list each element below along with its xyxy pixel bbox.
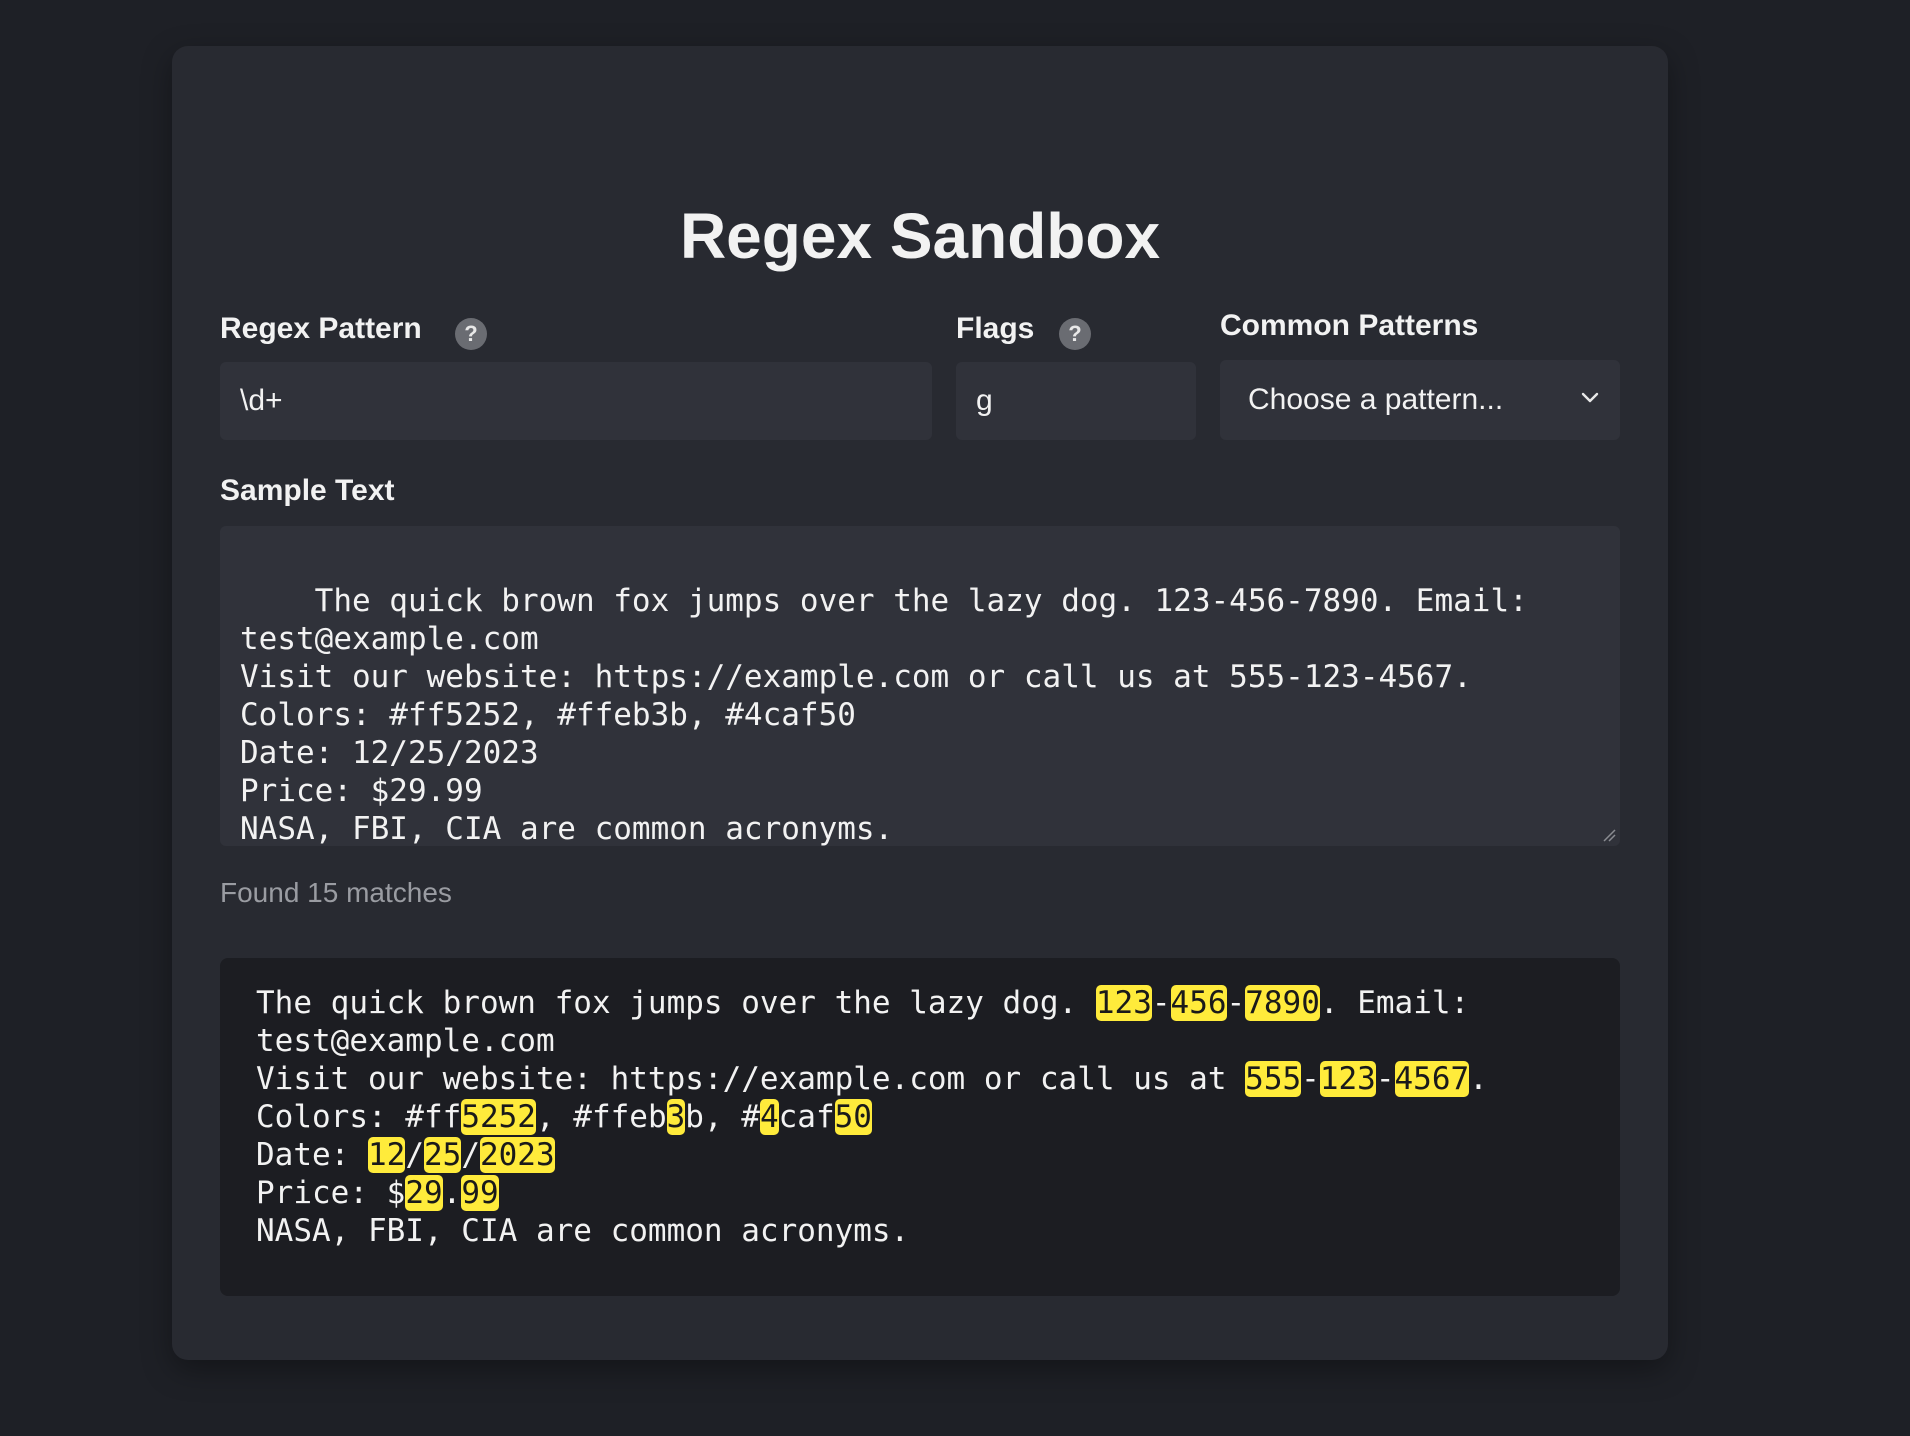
result-text: -	[1301, 1061, 1320, 1097]
match-highlight: 25	[423, 1137, 462, 1173]
match-highlight: 4567	[1394, 1061, 1470, 1097]
result-text: /	[405, 1137, 424, 1173]
match-highlight: 123	[1095, 985, 1152, 1021]
match-result-panel: The quick brown fox jumps over the lazy …	[220, 958, 1620, 1296]
chevron-down-icon	[1581, 392, 1599, 403]
common-patterns-select[interactable]: Choose a pattern...	[1220, 360, 1620, 440]
result-text: Date:	[256, 1137, 368, 1173]
match-highlight: 12	[367, 1137, 406, 1173]
result-text: -	[1375, 1061, 1395, 1097]
flags-input[interactable]: g	[956, 362, 1196, 440]
pattern-label: Regex Pattern	[220, 312, 422, 345]
match-highlight: 123	[1319, 1061, 1376, 1097]
sample-text-label: Sample Text	[220, 474, 395, 507]
result-text: caf	[778, 1099, 835, 1135]
result-text: /	[461, 1137, 480, 1173]
match-highlight: 456	[1170, 985, 1227, 1021]
result-text: Visit our website: https://example.com o…	[256, 1061, 1246, 1097]
flags-label: Flags	[956, 312, 1035, 345]
result-text: .	[1469, 1061, 1488, 1097]
result-line: test@example.com	[256, 1022, 1584, 1060]
match-highlight: 2023	[479, 1137, 555, 1173]
result-text: Colors: #ff	[256, 1099, 462, 1135]
result-line: NASA, FBI, CIA are common acronyms.	[256, 1212, 1584, 1250]
match-highlight: 3	[666, 1099, 686, 1135]
match-highlight: 29	[405, 1175, 443, 1211]
match-highlight: 555	[1245, 1061, 1302, 1097]
pattern-input[interactable]: \d+	[220, 362, 932, 440]
match-highlight: 50	[834, 1099, 872, 1135]
result-text: -	[1151, 985, 1171, 1021]
sample-text-content: The quick brown fox jumps over the lazy …	[240, 583, 1528, 846]
match-highlight: 99	[461, 1175, 499, 1211]
common-patterns-selected: Choose a pattern...	[1248, 383, 1504, 416]
resize-handle-icon[interactable]	[1602, 828, 1616, 842]
result-text: .	[442, 1175, 462, 1211]
result-text: Price: $	[256, 1175, 406, 1211]
regex-sandbox-card: Regex Sandbox Regex Pattern ? \d+ Flags …	[172, 46, 1668, 1360]
result-text: The quick brown fox jumps over the lazy …	[256, 985, 1096, 1021]
common-patterns-label: Common Patterns	[1220, 309, 1479, 342]
result-text: NASA, FBI, CIA are common acronyms.	[256, 1213, 910, 1249]
result-line: Colors: #ff5252, #ffeb3b, #4caf50	[256, 1098, 1584, 1136]
result-line: The quick brown fox jumps over the lazy …	[256, 984, 1584, 1022]
pattern-help-icon[interactable]: ?	[455, 318, 487, 350]
sample-text-area[interactable]: The quick brown fox jumps over the lazy …	[220, 526, 1620, 846]
result-text: . Email:	[1319, 985, 1470, 1021]
result-text: b, #	[685, 1099, 760, 1135]
page-title: Regex Sandbox	[679, 200, 1161, 272]
result-text: test@example.com	[256, 1023, 555, 1059]
result-line: Visit our website: https://example.com o…	[256, 1060, 1584, 1098]
match-highlight: 4	[759, 1099, 779, 1135]
match-highlight: 5252	[461, 1099, 536, 1135]
match-count-status: Found 15 matches	[220, 877, 452, 908]
result-text: -	[1226, 985, 1246, 1021]
match-highlight: 7890	[1245, 985, 1320, 1021]
result-line: Price: $29.99	[256, 1174, 1584, 1212]
result-line: Date: 12/25/2023	[256, 1136, 1584, 1174]
flags-help-icon[interactable]: ?	[1059, 318, 1091, 350]
result-text: , #ffeb	[535, 1099, 667, 1135]
